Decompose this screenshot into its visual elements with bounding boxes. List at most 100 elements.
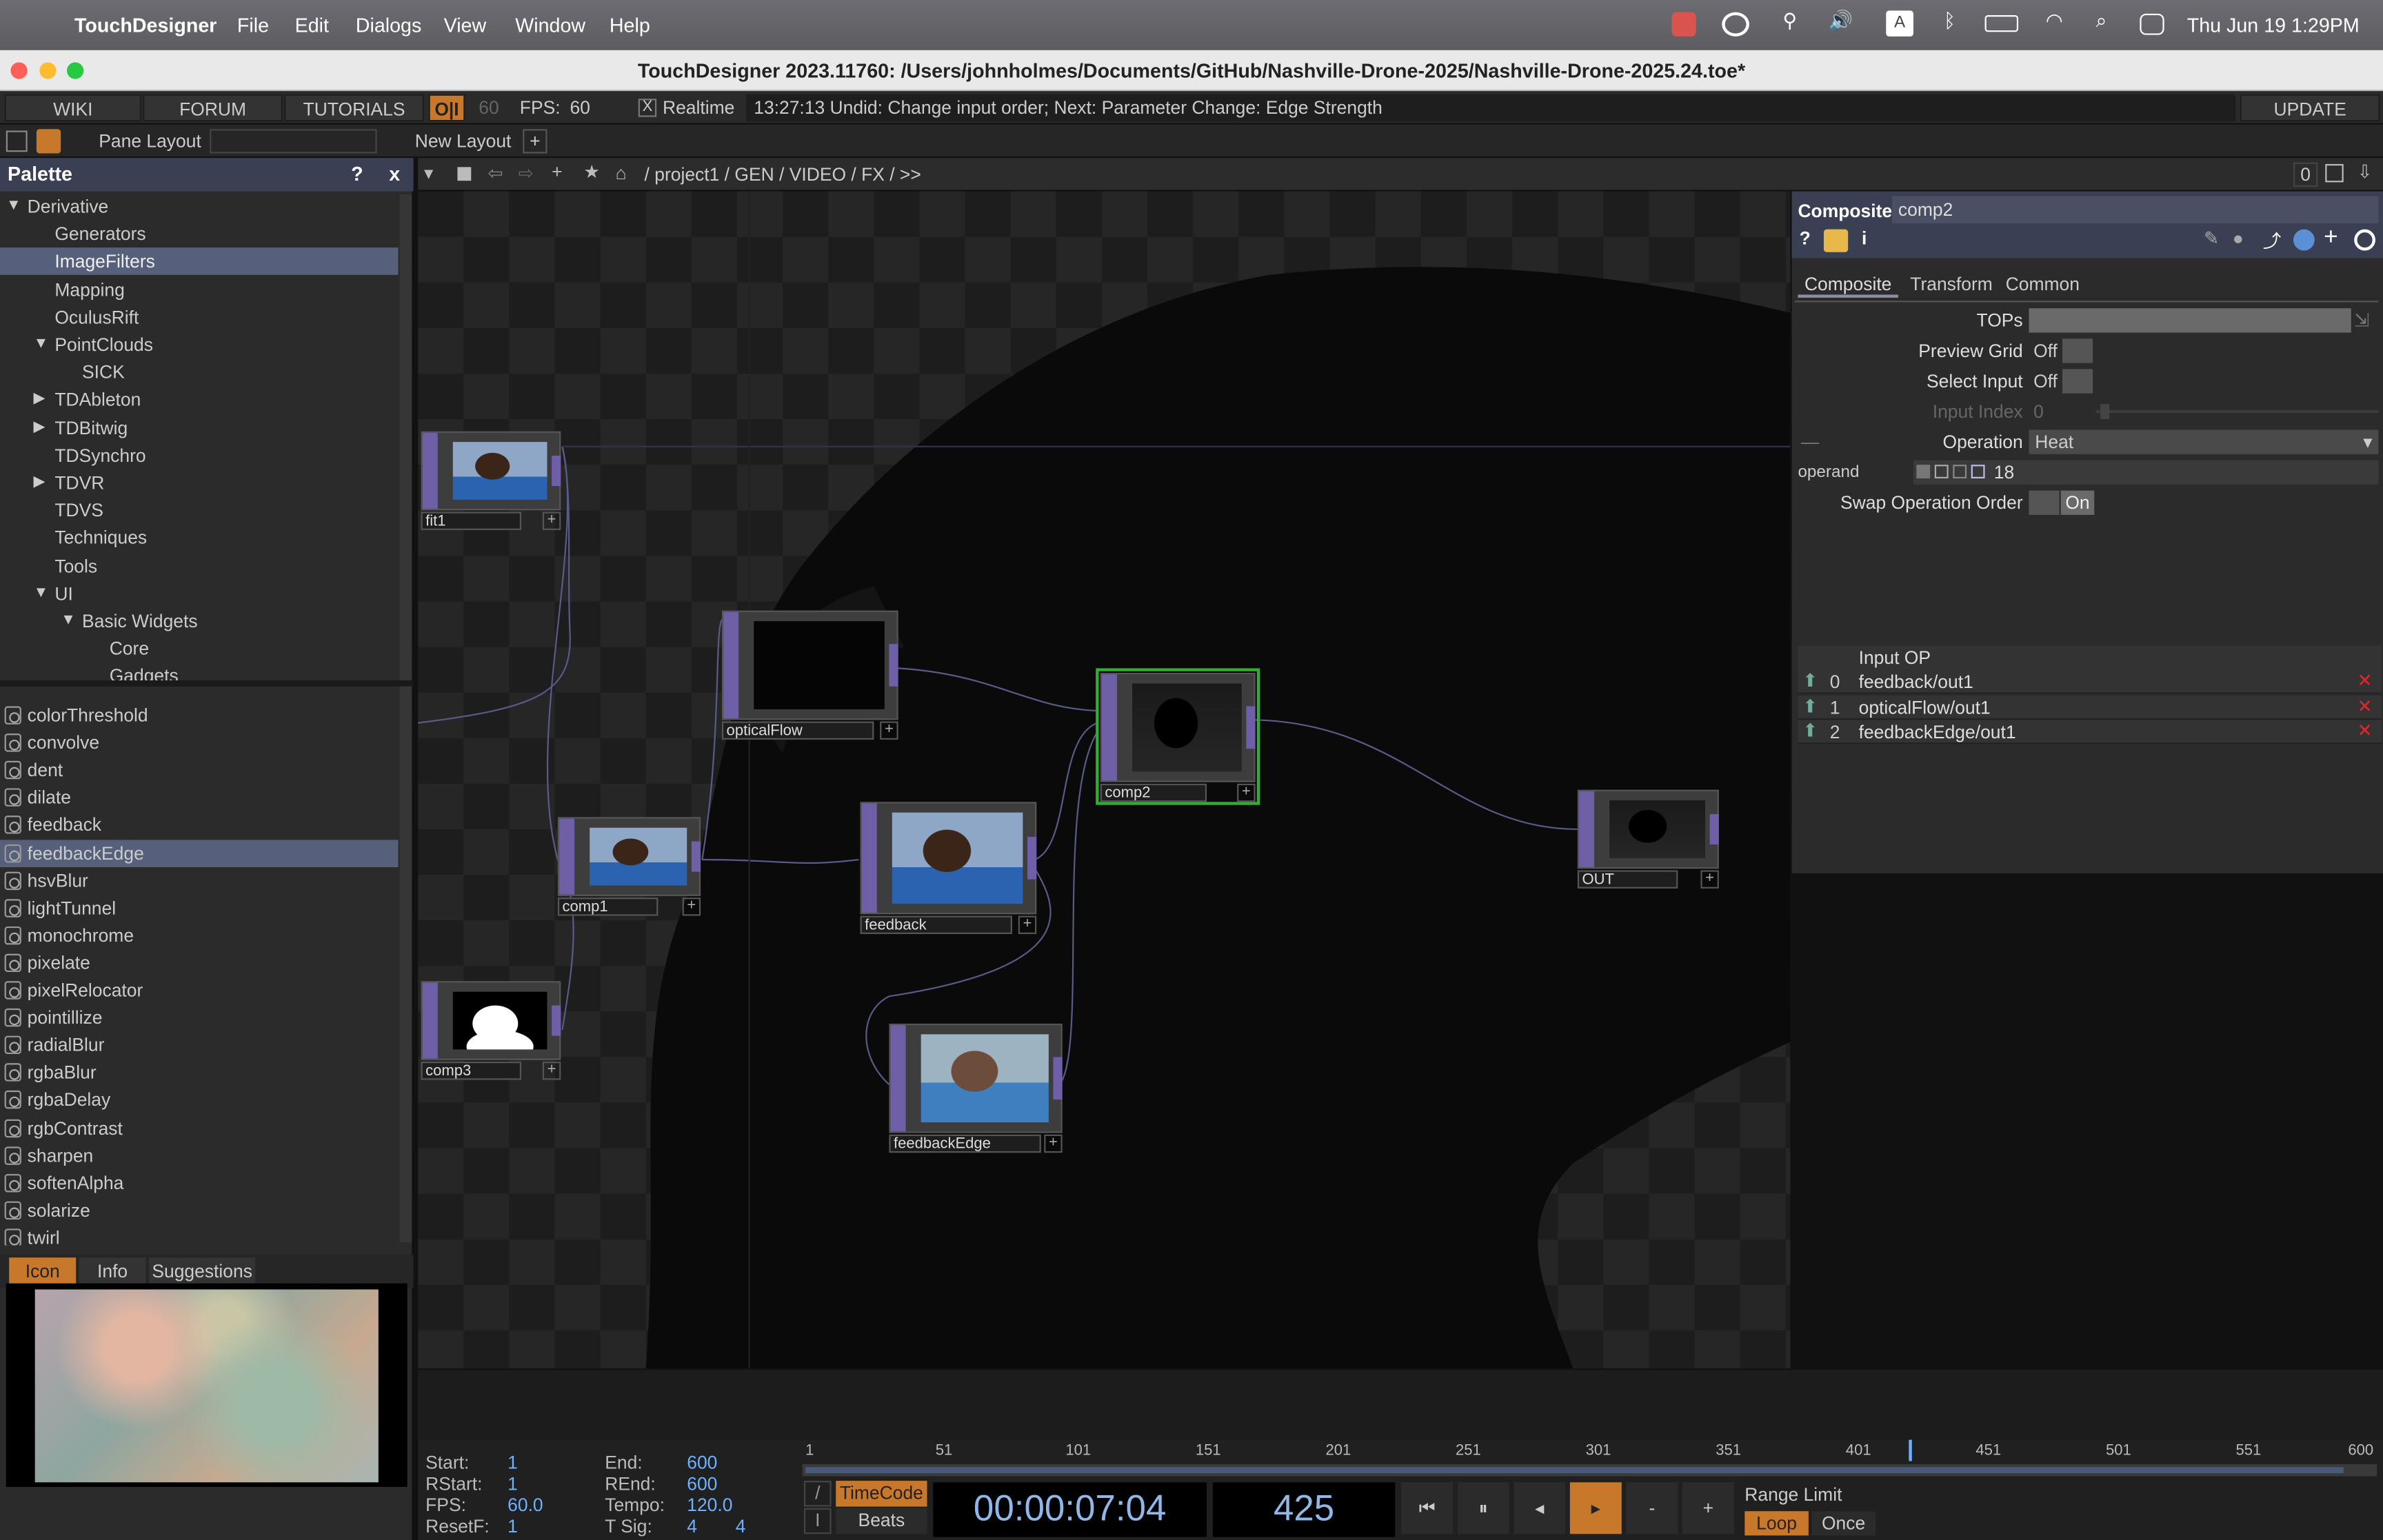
component-list-item[interactable]: softenAlpha: [0, 1169, 398, 1197]
accessibility-icon[interactable]: ⚲: [1782, 9, 1797, 33]
swap-toggle-value[interactable]: On: [2060, 490, 2095, 515]
beats-button[interactable]: Beats: [836, 1508, 927, 1534]
tab-icon[interactable]: Icon: [9, 1257, 77, 1285]
palette-tree-item[interactable]: ▼ UI: [0, 580, 398, 607]
move-up-icon[interactable]: ⬆: [1802, 720, 1818, 741]
node-comp3[interactable]: comp3 +: [421, 981, 561, 1081]
collapsed-arrow-icon[interactable]: ▶: [33, 386, 45, 414]
select-input-toggle[interactable]: [2062, 369, 2093, 394]
counter-box[interactable]: 0: [2293, 162, 2318, 187]
panel-icon[interactable]: [6, 130, 28, 152]
component-list-item[interactable]: sharpen: [0, 1142, 398, 1169]
move-up-icon[interactable]: ⬆: [1802, 670, 1818, 691]
start-value[interactable]: 1: [507, 1452, 518, 1473]
expand-arrow-icon[interactable]: ▼: [33, 331, 48, 358]
palette-tree-item[interactable]: ▼ PointClouds: [0, 331, 398, 358]
node-flags[interactable]: [723, 611, 739, 719]
palette-splitter[interactable]: [0, 680, 414, 687]
perform-mode-button[interactable]: O|I: [428, 94, 465, 122]
node-add-icon[interactable]: +: [542, 511, 561, 530]
menubar-clock[interactable]: Thu Jun 19 1:29PM: [2187, 14, 2360, 37]
node-flags[interactable]: [861, 803, 877, 913]
menu-window[interactable]: Window: [515, 14, 585, 37]
list-scrollbar[interactable]: [399, 686, 412, 1243]
tutorials-button[interactable]: TUTORIALS: [284, 94, 424, 122]
collapsed-arrow-icon[interactable]: ▶: [33, 414, 45, 442]
node-feedback[interactable]: feedback +: [860, 802, 1037, 935]
battery-icon[interactable]: [1984, 15, 2019, 32]
output-connector[interactable]: [889, 644, 898, 687]
close-window-button[interactable]: [10, 62, 28, 79]
node-opticalFlow[interactable]: opticalFlow +: [721, 610, 898, 741]
node-label[interactable]: OUT: [1577, 870, 1678, 889]
node-frame[interactable]: [557, 817, 701, 896]
add-icon[interactable]: +: [552, 161, 562, 183]
node-frame[interactable]: [889, 1023, 1063, 1133]
pane-layout-presets[interactable]: [210, 129, 377, 154]
node-flags[interactable]: [1579, 791, 1595, 868]
op-name-field[interactable]: comp2: [1892, 196, 2379, 223]
node-add-icon[interactable]: +: [880, 721, 898, 740]
menu-view[interactable]: View: [444, 14, 487, 37]
palette-tree-item[interactable]: TDSynchro: [0, 442, 398, 469]
node-frame[interactable]: [860, 802, 1037, 915]
frame-display[interactable]: 425: [1212, 1482, 1396, 1537]
menu-dialogs[interactable]: Dialogs: [356, 14, 422, 37]
volume-icon[interactable]: 🔊: [1829, 9, 1853, 33]
bluetooth-icon[interactable]: ᛒ: [1944, 9, 1955, 32]
menu-help[interactable]: Help: [610, 14, 650, 37]
maximize-icon[interactable]: [2325, 163, 2344, 183]
component-list-item[interactable]: pixelate: [0, 949, 398, 977]
node-label[interactable]: feedbackEdge: [889, 1134, 1041, 1153]
component-list-item[interactable]: feedback: [0, 811, 398, 839]
input-op-row[interactable]: ⬆ 1 opticalFlow/out1 ✕: [1798, 694, 2382, 720]
expand-arrow-icon[interactable]: ▼: [6, 193, 21, 221]
stop-icon[interactable]: [457, 167, 472, 181]
palette-tree-item[interactable]: SICK: [0, 358, 398, 386]
node-feedbackEdge[interactable]: feedbackEdge +: [889, 1023, 1063, 1154]
component-list-item[interactable]: lightTunnel: [0, 894, 398, 922]
python-icon[interactable]: [2293, 229, 2315, 251]
palette-tree-item[interactable]: ▶ TDVR: [0, 469, 398, 497]
palette-tree-item[interactable]: ▼ Basic Widgets: [0, 607, 398, 635]
network-editor[interactable]: fit1 + opticalFlow + comp2 + comp1 + feedback + OU…: [418, 191, 1791, 1369]
component-list-item[interactable]: convolve: [0, 729, 398, 757]
node-add-icon[interactable]: +: [1237, 783, 1256, 802]
preview-grid-toggle[interactable]: [2062, 338, 2093, 363]
node-comp2[interactable]: comp2 +: [1096, 668, 1260, 805]
once-button[interactable]: Once: [1811, 1511, 1876, 1536]
home-icon[interactable]: ⌂: [616, 163, 627, 184]
node-frame[interactable]: [721, 610, 898, 720]
wiki-button[interactable]: WIKI: [4, 94, 141, 122]
back-icon[interactable]: ⇦: [488, 163, 503, 184]
node-frame[interactable]: [421, 431, 561, 511]
app-menu[interactable]: TouchDesigner: [74, 14, 217, 37]
loop-button[interactable]: Loop: [1744, 1511, 1809, 1536]
output-connector[interactable]: [691, 841, 701, 872]
component-list-item[interactable]: pixelRelocator: [0, 977, 398, 1004]
realtime-checkbox[interactable]: X: [638, 99, 657, 117]
menu-file[interactable]: File: [237, 14, 269, 37]
expand-arrow-icon[interactable]: ▼: [33, 580, 48, 607]
external-icon[interactable]: ⤴: [2263, 227, 2281, 253]
component-list-item[interactable]: rgbaBlur: [0, 1059, 398, 1086]
tops-field[interactable]: [2029, 308, 2351, 333]
node-label[interactable]: comp3: [421, 1062, 522, 1080]
remove-input-icon[interactable]: ✕: [2357, 720, 2373, 741]
palette-tree-item[interactable]: ▶ TDAbleton: [0, 386, 398, 414]
swap-toggle-track[interactable]: [2029, 490, 2060, 515]
node-flags[interactable]: [1101, 674, 1118, 781]
node-OUT[interactable]: OUT +: [1577, 789, 1719, 890]
palette-toggle-icon[interactable]: [36, 129, 61, 154]
spotlight-search-icon[interactable]: ⌕: [2095, 9, 2107, 33]
node-fit1[interactable]: fit1 +: [421, 431, 561, 531]
step-back-button[interactable]: -: [1626, 1482, 1678, 1534]
node-frame[interactable]: [421, 981, 561, 1060]
node-label[interactable]: opticalFlow: [721, 721, 874, 740]
tab-transform[interactable]: Transform: [1904, 270, 1999, 298]
update-button[interactable]: UPDATE: [2240, 94, 2380, 122]
node-add-icon[interactable]: +: [542, 1062, 561, 1080]
timecode-slash-icon[interactable]: /: [803, 1481, 832, 1507]
tsig-numerator[interactable]: 4: [687, 1516, 697, 1537]
component-list-item[interactable]: twirl: [0, 1224, 398, 1246]
